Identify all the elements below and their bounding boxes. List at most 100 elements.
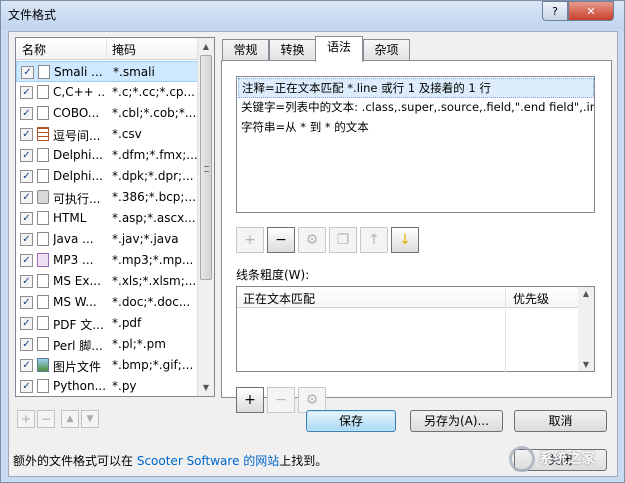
format-checkbox[interactable]: ✓ [21, 66, 34, 79]
format-mask: *.doc;*.doc... [112, 295, 191, 309]
document-icon [37, 295, 49, 309]
format-checkbox[interactable]: ✓ [20, 338, 33, 351]
scroll-down-arrow-icon[interactable]: ▼ [198, 379, 214, 396]
remove-format-button[interactable]: − [37, 410, 55, 428]
grip-icon [204, 166, 209, 172]
scroll-up-arrow-icon[interactable]: ▲ [198, 38, 214, 55]
format-mask: *.xls;*.xlsm;... [112, 274, 197, 288]
list-item[interactable]: ✓ MS W... *.doc;*.doc... [16, 292, 201, 313]
file-formats-window: 文件格式 ? ✕ 名称 掩码 ✓ Smali ... *.smali ✓ C,C++ .… [0, 0, 625, 483]
format-mask: *.c;*.cc;*.cp... [112, 85, 195, 99]
match-list-scrollbar[interactable]: ▲ ▼ [578, 287, 594, 371]
rule-settings-gear-icon[interactable]: ⚙ [298, 227, 326, 253]
list-item[interactable]: ✓ C,C++ ... *.c;*.cc;*.cp... [16, 82, 201, 103]
column-separator[interactable] [106, 38, 107, 60]
list-item[interactable]: ✓ Python... *.py [16, 376, 201, 396]
scooter-software-link[interactable]: Scooter Software 的网站 [137, 454, 279, 468]
list-item[interactable]: ✓ HTML *.asp;*.ascx... [16, 208, 201, 229]
document-icon [37, 232, 49, 246]
move-rule-up-button[interactable]: ↑ [360, 227, 388, 253]
format-mask: *.csv [112, 127, 142, 141]
tab-general[interactable]: 常规 [222, 39, 269, 61]
column-divider [505, 309, 506, 372]
remove-match-button[interactable]: − [267, 387, 295, 413]
scroll-thumb[interactable] [200, 55, 212, 280]
column-header-mask[interactable]: 掩码 [112, 41, 136, 58]
format-checkbox[interactable]: ✓ [20, 107, 33, 120]
format-checkbox[interactable]: ✓ [20, 191, 33, 204]
format-checkbox[interactable]: ✓ [20, 86, 33, 99]
document-icon [37, 106, 49, 120]
format-checkbox[interactable]: ✓ [20, 149, 33, 162]
format-mask: *.pl;*.pm [112, 337, 166, 351]
window-close-button[interactable]: ✕ [568, 1, 614, 21]
format-checkbox[interactable]: ✓ [20, 317, 33, 330]
list-item[interactable]: ✓ Smali ... *.smali [16, 61, 201, 82]
format-mask: *.dfm;*.fmx;... [112, 148, 198, 162]
format-name: 图片文件 [53, 360, 102, 374]
format-checkbox[interactable]: ✓ [20, 296, 33, 309]
cancel-button[interactable]: 取消 [514, 410, 607, 432]
format-mask: *.smali [113, 65, 155, 79]
grammar-rules-list[interactable]: 注释=正在文本匹配 *.line 或行 1 及接着的 1 行 关键字=列表中的文… [236, 76, 595, 213]
format-mask: *.mp3;*.mp... [112, 253, 194, 267]
document-icon [37, 211, 49, 225]
list-item[interactable]: ✓ MS Ex... *.xls;*.xlsm;... [16, 271, 201, 292]
list-item[interactable]: ✓ Java ... *.jav;*.java [16, 229, 201, 250]
tab-grammar[interactable]: 语法 [315, 36, 363, 62]
save-as-button[interactable]: 另存为(A)... [410, 410, 503, 432]
format-checkbox[interactable]: ✓ [20, 212, 33, 225]
format-mask: *.asp;*.ascx... [112, 211, 196, 225]
format-checkbox[interactable]: ✓ [20, 359, 33, 372]
document-icon [38, 65, 50, 79]
scroll-up-arrow-icon[interactable]: ▲ [578, 289, 594, 298]
grammar-tab-pane: 注释=正在文本匹配 *.line 或行 1 及接着的 1 行 关键字=列表中的文… [221, 60, 612, 413]
format-list-scrollbar[interactable]: ▲ ▼ [197, 38, 214, 396]
format-checkbox[interactable]: ✓ [20, 380, 33, 393]
format-mask: *.dpk;*.dpr;... [112, 169, 194, 183]
copy-rule-button[interactable]: ❐ [329, 227, 357, 253]
list-item[interactable]: ✓ Delphi... *.dpk;*.dpr;... [16, 166, 201, 187]
move-down-button[interactable]: ▼ [81, 410, 99, 428]
document-icon [37, 85, 49, 99]
scroll-down-arrow-icon[interactable]: ▼ [578, 360, 594, 369]
grammar-rule-string[interactable]: 字符串=从 * 到 * 的文本 [238, 118, 594, 138]
move-rule-down-button[interactable]: ↓ [391, 227, 419, 253]
format-list[interactable]: 名称 掩码 ✓ Smali ... *.smali ✓ C,C++ ... *.c;*.c… [15, 37, 215, 397]
list-item[interactable]: ✓ COBO... *.cbl;*.cob;*... [16, 103, 201, 124]
tab-misc[interactable]: 杂项 [363, 39, 410, 61]
add-rule-button[interactable]: + [236, 227, 264, 253]
format-checkbox[interactable]: ✓ [20, 170, 33, 183]
picture-icon [37, 358, 49, 372]
column-header-priority[interactable]: 优先级 [513, 290, 549, 307]
move-up-button[interactable]: ▲ [61, 410, 79, 428]
list-item[interactable]: ✓ PDF 文... *.pdf [16, 313, 201, 334]
format-name: MS W... [53, 295, 97, 309]
watermark: 系统之家 [509, 442, 619, 476]
remove-rule-button[interactable]: − [267, 227, 295, 253]
format-name: C,C++ ... [53, 85, 105, 99]
format-checkbox[interactable]: ✓ [20, 128, 33, 141]
save-button[interactable]: 保存 [306, 410, 396, 432]
help-button[interactable]: ? [542, 1, 568, 21]
add-format-button[interactable]: + [17, 410, 35, 428]
footer-suffix: 上找到。 [279, 454, 328, 468]
tab-conversion[interactable]: 转换 [269, 39, 316, 61]
grammar-rule-comment[interactable]: 注释=正在文本匹配 *.line 或行 1 及接着的 1 行 [238, 78, 594, 98]
list-item[interactable]: ✓ MP3 ... *.mp3;*.mp... [16, 250, 201, 271]
list-item[interactable]: ✓ Delphi... *.dfm;*.fmx;... [16, 145, 201, 166]
format-checkbox[interactable]: ✓ [20, 254, 33, 267]
format-checkbox[interactable]: ✓ [20, 275, 33, 288]
window-title: 文件格式 [8, 8, 57, 22]
grammar-rule-keyword[interactable]: 关键字=列表中的文本: .class,.super,.source,.field… [238, 98, 594, 118]
column-header-text-match[interactable]: 正在文本匹配 [243, 290, 315, 307]
match-list[interactable]: 正在文本匹配 优先级 ▲ ▼ [236, 286, 595, 372]
format-checkbox[interactable]: ✓ [20, 233, 33, 246]
column-header-name[interactable]: 名称 [22, 41, 46, 58]
add-match-button[interactable]: + [236, 387, 264, 413]
list-item[interactable]: ✓ 图片文件 *.bmp;*.gif;... [16, 355, 201, 376]
list-item[interactable]: ✓ 逗号间... *.csv [16, 124, 201, 145]
column-separator[interactable] [505, 287, 506, 308]
list-item[interactable]: ✓ Perl 脚... *.pl;*.pm [16, 334, 201, 355]
list-item[interactable]: ✓ 可执行... *.386;*.bcp;... [16, 187, 201, 208]
